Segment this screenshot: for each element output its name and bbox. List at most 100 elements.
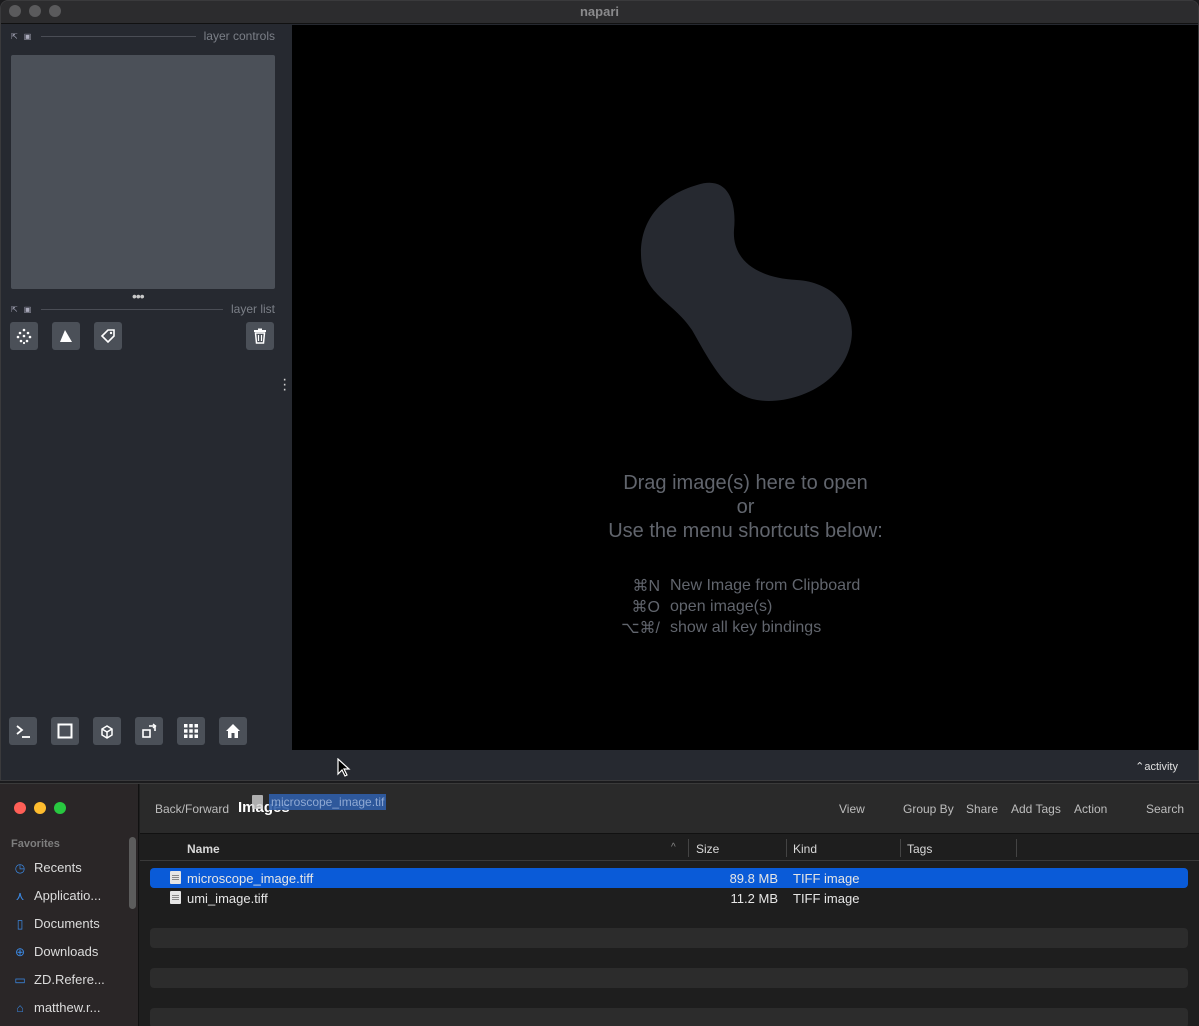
shortcut-desc: show all key bindings <box>670 618 822 636</box>
action-button[interactable]: Action <box>1074 802 1107 816</box>
folder-icon: ▭ <box>14 972 26 987</box>
window-title: napari <box>579 4 619 19</box>
drag-file-name: microscope_image.tif <box>269 794 387 810</box>
table-row[interactable]: microscope_image.tiff 89.8 MB TIFF image <box>150 868 1188 888</box>
divider <box>41 35 196 37</box>
finder-toolbar: Back/Forward Images microscope_image.tif… <box>140 784 1199 834</box>
sidebar-item-label: matthew.r... <box>34 1000 101 1015</box>
napari-logo-icon <box>640 182 852 401</box>
float-panel-icon[interactable]: ⇱ <box>11 305 18 314</box>
console-button[interactable] <box>9 717 37 745</box>
file-icon <box>170 871 181 884</box>
welcome-line: or <box>736 496 755 518</box>
transpose-icon <box>142 723 157 738</box>
minimize-button[interactable] <box>34 802 46 814</box>
divider <box>41 308 223 310</box>
sidebar-item-label: Documents <box>34 916 100 931</box>
viewer-canvas[interactable]: Drag image(s) here to open or Use the me… <box>292 25 1198 750</box>
roll-dims-button[interactable] <box>93 717 121 745</box>
empty-row <box>150 988 1188 1008</box>
welcome-line: Use the menu shortcuts below: <box>608 520 883 542</box>
column-divider[interactable] <box>688 839 689 857</box>
chevron-up-icon: ⌃ <box>1135 761 1145 773</box>
transpose-button[interactable] <box>135 717 163 745</box>
home-icon <box>226 724 240 738</box>
share-button[interactable]: Share <box>966 802 998 816</box>
close-panel-icon[interactable]: ▣ <box>24 305 32 314</box>
sidebar-item-downloads[interactable]: ⊕ Downloads <box>13 944 125 959</box>
empty-row <box>150 948 1188 968</box>
shortcut-key: ⌥⌘/ <box>621 619 660 637</box>
kind-column-header[interactable]: Kind <box>793 842 817 856</box>
home-icon: ⌂ <box>16 1000 24 1015</box>
new-labels-layer-button[interactable] <box>94 322 122 350</box>
table-row[interactable]: umi_image.tiff 11.2 MB TIFF image <box>150 888 1188 908</box>
empty-row <box>150 1008 1188 1026</box>
search-button[interactable]: Search <box>1146 802 1184 816</box>
column-divider[interactable] <box>1016 839 1017 857</box>
shortcut-list: ⌘N New Image from Clipboard ⌘O open imag… <box>610 575 860 638</box>
file-kind: TIFF image <box>793 871 860 886</box>
welcome-line: Drag image(s) here to open <box>623 472 868 494</box>
sidebar-item-home[interactable]: ⌂ matthew.r... <box>13 1000 125 1015</box>
tags-column-header[interactable]: Tags <box>907 842 932 856</box>
file-kind: TIFF image <box>793 891 860 906</box>
document-icon: ▯ <box>16 916 24 931</box>
column-divider[interactable] <box>900 839 901 857</box>
clock-icon: ◷ <box>14 860 26 875</box>
close-button[interactable] <box>14 802 26 814</box>
dock-resize-handle-icon[interactable]: · · · <box>282 372 287 398</box>
applications-icon: ⋏ <box>15 888 25 903</box>
sidebar-item-zd-reference[interactable]: ▭ ZD.Refere... <box>13 972 125 987</box>
delete-layer-button[interactable] <box>246 322 274 350</box>
file-list: microscope_image.tiff 89.8 MB TIFF image… <box>150 868 1188 1026</box>
layer-controls-label: layer controls <box>203 29 275 43</box>
empty-row <box>150 968 1188 988</box>
finder-window: Favorites ◷ Recents ⋏ Applicatio... ▯ Docum… <box>0 783 1199 1026</box>
column-header: Name ^ Size Kind Tags <box>140 835 1199 861</box>
empty-row <box>150 908 1188 928</box>
delete-layer-icon <box>254 328 266 344</box>
float-panel-icon[interactable]: ⇱ <box>11 32 18 41</box>
ndisplay-toggle-button[interactable] <box>51 717 79 745</box>
sidebar-item-label: Applicatio... <box>34 888 102 903</box>
viewer-buttons <box>9 717 247 745</box>
grid-view-button[interactable] <box>177 717 205 745</box>
shortcut-key: ⌘N <box>632 577 660 595</box>
sidebar-item-applications[interactable]: ⋏ Applicatio... <box>13 888 125 903</box>
new-points-layer-button[interactable] <box>10 322 38 350</box>
sidebar-item-recents[interactable]: ◷ Recents <box>13 860 125 875</box>
sidebar-item-label: Downloads <box>34 944 99 959</box>
file-size: 89.8 MB <box>729 871 778 886</box>
2d-3d-toggle-icon <box>57 723 73 739</box>
new-points-icon <box>16 328 32 345</box>
shortcut-desc: New Image from Clipboard <box>670 576 861 594</box>
download-icon: ⊕ <box>14 944 26 959</box>
sidebar-item-documents[interactable]: ▯ Documents <box>13 916 125 931</box>
layer-list-label: layer list <box>230 302 275 316</box>
activity-label: activity <box>1144 761 1178 773</box>
name-column-header[interactable]: Name <box>187 842 220 856</box>
activity-toggle[interactable]: ⌃activity <box>1135 760 1178 773</box>
column-divider[interactable] <box>786 839 787 857</box>
file-name: umi_image.tiff <box>187 891 268 906</box>
group-by-button[interactable]: Group By <box>903 802 954 816</box>
back-forward-button[interactable]: Back/Forward <box>155 802 229 816</box>
new-shapes-layer-button[interactable] <box>52 322 80 350</box>
shortcut-row: ⌘O open image(s) <box>610 596 860 617</box>
file-icon <box>170 891 181 904</box>
home-button[interactable] <box>219 717 247 745</box>
add-tags-button[interactable]: Add Tags <box>1011 802 1061 816</box>
sidebar-scrollbar[interactable] <box>129 837 136 909</box>
zoom-button[interactable] <box>54 802 66 814</box>
new-labels-icon <box>100 329 115 344</box>
file-size: 11.2 MB <box>730 891 778 906</box>
file-name: microscope_image.tiff <box>187 871 314 886</box>
close-panel-icon[interactable]: ▣ <box>24 32 32 41</box>
left-panel: ⇱ ▣ layer controls ••• ⇱ ▣ layer list · … <box>1 25 291 750</box>
layer-controls-header: ⇱ ▣ layer controls <box>11 28 275 44</box>
view-button[interactable]: View <box>839 802 865 816</box>
window-controls <box>14 802 66 814</box>
sort-ascending-icon: ^ <box>671 842 676 853</box>
size-column-header[interactable]: Size <box>696 842 719 856</box>
